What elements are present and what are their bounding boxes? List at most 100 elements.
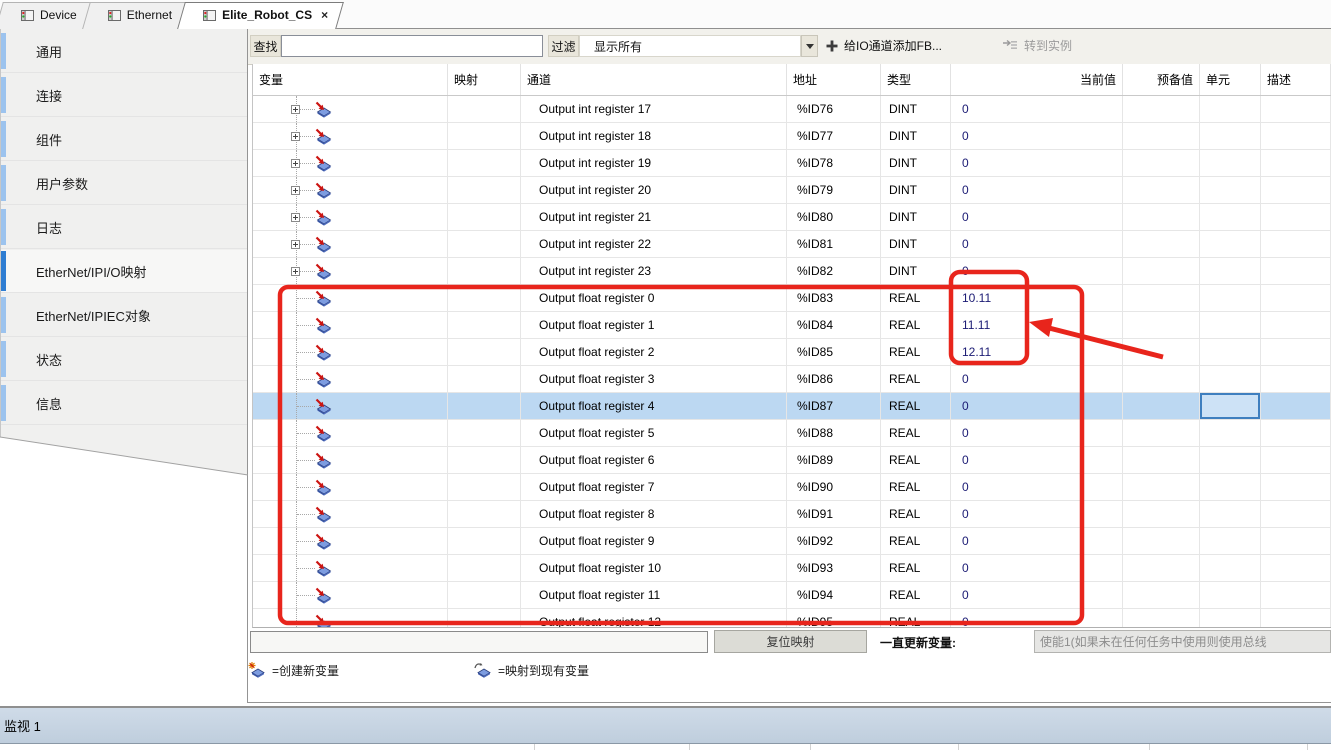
table-row[interactable]: Output float register 10 %ID93 REAL 0: [253, 555, 1331, 582]
sidebar-item[interactable]: 组件: [0, 118, 247, 161]
column-header[interactable]: 当前值: [951, 64, 1123, 95]
sidebar-item[interactable]: 状态: [0, 338, 247, 381]
table-row[interactable]: Output float register 8 %ID91 REAL 0: [253, 501, 1331, 528]
unit-cell[interactable]: [1200, 258, 1261, 285]
sidebar-item[interactable]: 日志: [0, 206, 247, 249]
variable-cell: [253, 150, 448, 177]
unit-cell[interactable]: [1200, 501, 1261, 528]
watch-column-divider: [1307, 744, 1308, 750]
channel-cell: Output float register 2: [521, 339, 787, 366]
table-row[interactable]: Output float register 3 %ID86 REAL 0: [253, 366, 1331, 393]
reset-mapping-button[interactable]: 复位映射: [714, 630, 867, 653]
table-row[interactable]: Output float register 9 %ID92 REAL 0: [253, 528, 1331, 555]
sidebar-item[interactable]: 通用: [0, 30, 247, 73]
document-tab[interactable]: Elite_Robot_CS ×: [188, 2, 340, 28]
description-cell: [1261, 150, 1331, 177]
column-header[interactable]: 预备值: [1123, 64, 1200, 95]
table-row[interactable]: Output int register 17 %ID76 DINT 0: [253, 96, 1331, 123]
tree-line: [297, 595, 315, 596]
column-header[interactable]: 描述: [1261, 64, 1331, 95]
unit-cell[interactable]: [1200, 447, 1261, 474]
variable-cell: [253, 609, 448, 628]
unit-cell[interactable]: [1200, 177, 1261, 204]
unit-cell[interactable]: [1200, 150, 1261, 177]
column-header[interactable]: 地址: [787, 64, 881, 95]
expand-icon[interactable]: [291, 186, 300, 195]
expand-icon[interactable]: [291, 159, 300, 168]
expand-icon[interactable]: [291, 213, 300, 222]
unit-cell[interactable]: [1200, 582, 1261, 609]
find-input[interactable]: [281, 35, 543, 57]
unit-cell[interactable]: [1200, 474, 1261, 501]
table-row[interactable]: Output float register 2 %ID85 REAL 12.11: [253, 339, 1331, 366]
close-icon[interactable]: ×: [321, 8, 328, 22]
table-row[interactable]: Output float register 6 %ID89 REAL 0: [253, 447, 1331, 474]
sidebar-item[interactable]: 用户参数: [0, 162, 247, 205]
column-header[interactable]: 映射: [448, 64, 521, 95]
table-row[interactable]: Output float register 12 %ID95 REAL 0: [253, 609, 1331, 628]
unit-cell[interactable]: [1200, 204, 1261, 231]
expand-icon[interactable]: [291, 132, 300, 141]
unit-cell[interactable]: [1200, 555, 1261, 582]
table-row[interactable]: Output float register 11 %ID94 REAL 0: [253, 582, 1331, 609]
description-cell: [1261, 339, 1331, 366]
description-cell: [1261, 609, 1331, 628]
unit-cell[interactable]: [1200, 96, 1261, 123]
sidebar-item[interactable]: 连接: [0, 74, 247, 117]
unit-cell[interactable]: [1200, 123, 1261, 150]
column-header[interactable]: 单元: [1200, 64, 1261, 95]
table-row[interactable]: Output int register 18 %ID77 DINT 0: [253, 123, 1331, 150]
unit-cell[interactable]: [1200, 609, 1261, 628]
filter-value: 显示所有: [594, 38, 642, 55]
mapping-cell: [448, 447, 521, 474]
mapping-cell: [448, 474, 521, 501]
type-cell: REAL: [881, 582, 951, 609]
table-row[interactable]: Output float register 0 %ID83 REAL 10.11: [253, 285, 1331, 312]
update-mode-combobox[interactable]: 使能1(如果未在任何任务中使用则使用总线: [1034, 630, 1331, 653]
mapping-cell: [448, 582, 521, 609]
table-row[interactable]: Output float register 5 %ID88 REAL 0: [253, 420, 1331, 447]
table-row[interactable]: Output int register 22 %ID81 DINT 0: [253, 231, 1331, 258]
filter-combobox[interactable]: 显示所有: [579, 35, 801, 57]
unit-cell[interactable]: [1200, 285, 1261, 312]
table-row[interactable]: Output float register 1 %ID84 REAL 11.11: [253, 312, 1331, 339]
unit-cell[interactable]: [1200, 339, 1261, 366]
type-cell: DINT: [881, 177, 951, 204]
mapping-cell: [448, 528, 521, 555]
sidebar-item[interactable]: 信息: [0, 382, 247, 425]
table-row[interactable]: Output int register 20 %ID79 DINT 0: [253, 177, 1331, 204]
unit-cell[interactable]: [1200, 420, 1261, 447]
address-cell: %ID93: [787, 555, 881, 582]
unit-cell[interactable]: [1200, 528, 1261, 555]
table-row[interactable]: Output int register 21 %ID80 DINT 0: [253, 204, 1331, 231]
type-cell: REAL: [881, 420, 951, 447]
expand-icon[interactable]: [291, 105, 300, 114]
column-header[interactable]: 变量: [253, 64, 448, 95]
document-tab[interactable]: Device: [6, 2, 89, 28]
unit-cell[interactable]: [1200, 393, 1261, 420]
table-row[interactable]: Output int register 23 %ID82 DINT 0: [253, 258, 1331, 285]
address-cell: %ID91: [787, 501, 881, 528]
channel-cell: Output float register 11: [521, 582, 787, 609]
prepared-value-cell: [1123, 474, 1200, 501]
table-row[interactable]: Output int register 19 %ID78 DINT 0: [253, 150, 1331, 177]
filter-dropdown-button[interactable]: [801, 35, 818, 57]
unit-cell[interactable]: [1200, 366, 1261, 393]
add-fb-button[interactable]: 给IO通道添加FB...: [826, 32, 942, 59]
prepared-value-cell: [1123, 177, 1200, 204]
column-header[interactable]: 类型: [881, 64, 951, 95]
table-row[interactable]: Output float register 7 %ID90 REAL 0: [253, 474, 1331, 501]
unit-cell[interactable]: [1200, 312, 1261, 339]
expand-icon[interactable]: [291, 240, 300, 249]
sidebar-item[interactable]: EtherNet/IPI/O映射: [0, 250, 247, 293]
address-cell: %ID79: [787, 177, 881, 204]
goto-instance-button[interactable]: 转到实例: [1002, 32, 1072, 59]
table-row[interactable]: Output float register 4 %ID87 REAL 0: [253, 393, 1331, 420]
unit-cell[interactable]: [1200, 231, 1261, 258]
expand-icon[interactable]: [291, 267, 300, 276]
variable-cell: [253, 339, 448, 366]
watch-panel-header[interactable]: 监视 1: [0, 708, 1331, 744]
column-header[interactable]: 通道: [521, 64, 787, 95]
sidebar-item[interactable]: EtherNet/IPIEC对象: [0, 294, 247, 337]
document-tab[interactable]: Ethernet: [93, 2, 184, 28]
